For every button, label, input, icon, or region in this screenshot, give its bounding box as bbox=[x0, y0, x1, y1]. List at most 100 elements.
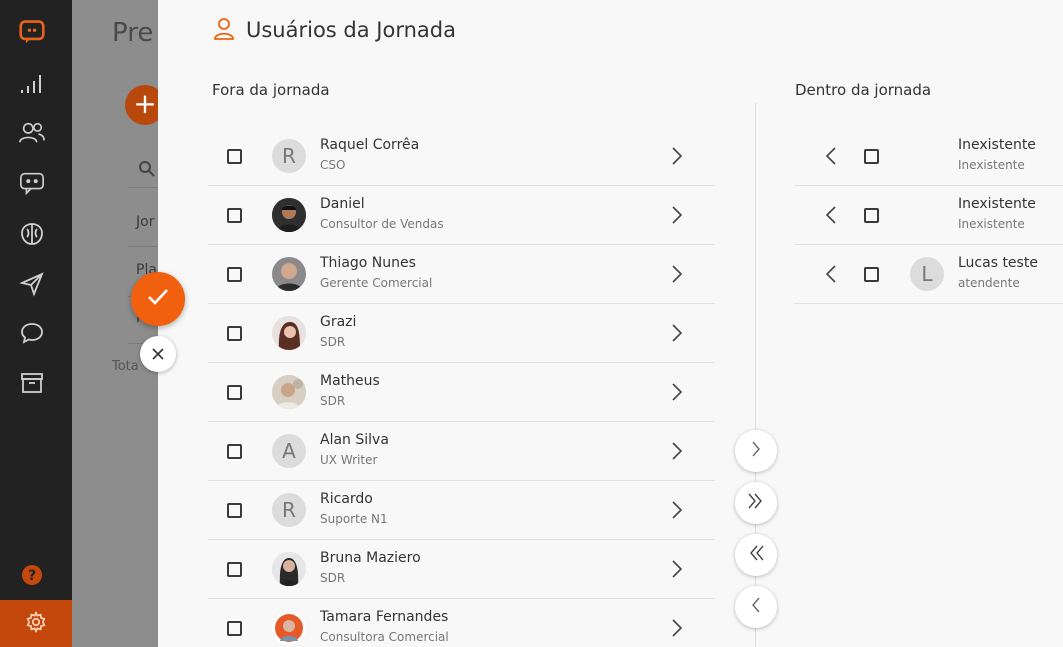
move-all-right-button[interactable] bbox=[735, 482, 777, 524]
user-checkbox[interactable] bbox=[227, 326, 242, 341]
list-item[interactable]: Tamara Fernandes Consultora Comercial bbox=[208, 599, 715, 647]
gear-icon bbox=[25, 610, 47, 637]
user-name: Grazi bbox=[320, 314, 357, 330]
user-checkbox[interactable] bbox=[227, 444, 242, 459]
user-role: atendente bbox=[958, 276, 1020, 290]
user-checkbox[interactable] bbox=[227, 385, 242, 400]
inside-user-list: Inexistente Inexistente Inexistente Inex… bbox=[794, 127, 1063, 304]
chevron-right-icon[interactable] bbox=[670, 441, 684, 461]
move-selected-right-button[interactable] bbox=[735, 430, 777, 472]
list-item[interactable]: Thiago Nunes Gerente Comercial bbox=[208, 245, 715, 304]
user-checkbox[interactable] bbox=[227, 149, 242, 164]
avatar bbox=[272, 611, 306, 645]
table-row[interactable]: Jor bbox=[136, 214, 154, 230]
bot-chat-icon[interactable] bbox=[19, 170, 45, 196]
chevron-right-icon[interactable] bbox=[670, 264, 684, 284]
user-checkbox[interactable] bbox=[864, 208, 879, 223]
drawer-header: Usuários da Jornada bbox=[212, 16, 456, 44]
chevron-right-icon[interactable] bbox=[670, 323, 684, 343]
drawer-title: Usuários da Jornada bbox=[246, 18, 456, 42]
user-name: Daniel bbox=[320, 196, 365, 212]
user-checkbox[interactable] bbox=[864, 149, 879, 164]
avatar: R bbox=[272, 139, 306, 173]
confirm-button[interactable] bbox=[131, 272, 185, 326]
list-item[interactable]: Daniel Consultor de Vendas bbox=[208, 186, 715, 245]
user-role: UX Writer bbox=[320, 453, 378, 467]
chevron-right-icon[interactable] bbox=[670, 382, 684, 402]
outside-user-list: R Raquel Corrêa CSO Daniel Consultor de … bbox=[208, 127, 715, 647]
double-chevron-right-icon bbox=[747, 491, 765, 515]
list-item[interactable]: Inexistente Inexistente bbox=[794, 186, 1063, 245]
chevron-left-icon bbox=[750, 595, 762, 619]
brain-icon[interactable] bbox=[19, 221, 45, 247]
avatar: A bbox=[272, 434, 306, 468]
user-name: Matheus bbox=[320, 373, 380, 389]
list-item[interactable]: A Alan Silva UX Writer bbox=[208, 422, 715, 481]
help-icon[interactable]: ? bbox=[19, 562, 45, 588]
app-sidebar: ? bbox=[0, 0, 72, 647]
inside-list-title: Dentro da jornada bbox=[795, 81, 932, 99]
user-checkbox[interactable] bbox=[227, 267, 242, 282]
chevron-right-icon[interactable] bbox=[670, 559, 684, 579]
avatar: L bbox=[910, 257, 944, 291]
user-role: Suporte N1 bbox=[320, 512, 388, 526]
user-checkbox[interactable] bbox=[864, 267, 879, 282]
chevron-left-icon[interactable] bbox=[824, 205, 838, 225]
user-name: Thiago Nunes bbox=[320, 255, 416, 271]
user-name: Bruna Maziero bbox=[320, 550, 421, 566]
user-role: CSO bbox=[320, 158, 346, 172]
avatar: R bbox=[272, 493, 306, 527]
user-name: Lucas teste bbox=[958, 255, 1038, 271]
user-name: Inexistente bbox=[958, 196, 1036, 212]
avatar bbox=[272, 257, 306, 291]
list-item[interactable]: R Ricardo Suporte N1 bbox=[208, 481, 715, 540]
chevron-right-icon bbox=[750, 439, 762, 463]
settings-button[interactable] bbox=[0, 600, 72, 647]
double-chevron-left-icon bbox=[747, 543, 765, 567]
user-role: Consultor de Vendas bbox=[320, 217, 444, 231]
background-page: Pre + Jor Pla F Tota bbox=[72, 0, 158, 647]
user-checkbox[interactable] bbox=[227, 208, 242, 223]
chevron-right-icon[interactable] bbox=[670, 146, 684, 166]
chatbot-logo-icon[interactable] bbox=[19, 19, 45, 45]
chevron-left-icon[interactable] bbox=[824, 146, 838, 166]
avatar bbox=[272, 198, 306, 232]
send-icon[interactable] bbox=[19, 271, 45, 297]
add-button[interactable]: + bbox=[125, 85, 158, 125]
total-label: Tota bbox=[112, 359, 139, 374]
list-item[interactable]: Bruna Maziero SDR bbox=[208, 540, 715, 599]
user-checkbox[interactable] bbox=[227, 562, 242, 577]
list-item[interactable]: Matheus SDR bbox=[208, 363, 715, 422]
user-role: Gerente Comercial bbox=[320, 276, 433, 290]
chevron-right-icon[interactable] bbox=[670, 500, 684, 520]
cancel-button[interactable] bbox=[140, 336, 176, 372]
users-icon[interactable] bbox=[19, 120, 45, 146]
user-role: Inexistente bbox=[958, 158, 1025, 172]
move-all-left-button[interactable] bbox=[735, 534, 777, 576]
close-icon bbox=[152, 345, 164, 364]
archive-icon[interactable] bbox=[19, 370, 45, 396]
user-checkbox[interactable] bbox=[227, 503, 242, 518]
user-name: Raquel Corrêa bbox=[320, 137, 420, 153]
user-role: Consultora Comercial bbox=[320, 630, 449, 644]
chevron-left-icon[interactable] bbox=[824, 264, 838, 284]
avatar bbox=[272, 552, 306, 586]
user-role: SDR bbox=[320, 335, 346, 349]
list-item[interactable]: L Lucas teste atendente bbox=[794, 245, 1063, 304]
move-selected-left-button[interactable] bbox=[735, 586, 777, 628]
divider bbox=[128, 246, 158, 247]
outside-list-title: Fora da jornada bbox=[212, 81, 330, 99]
user-checkbox[interactable] bbox=[227, 621, 242, 636]
user-role: SDR bbox=[320, 571, 346, 585]
user-role: SDR bbox=[320, 394, 346, 408]
chat-bubble-icon[interactable] bbox=[19, 320, 45, 346]
list-item[interactable]: Inexistente Inexistente bbox=[794, 127, 1063, 186]
signal-bars-icon[interactable] bbox=[19, 71, 45, 97]
chevron-right-icon[interactable] bbox=[670, 205, 684, 225]
chevron-right-icon[interactable] bbox=[670, 618, 684, 638]
avatar bbox=[272, 316, 306, 350]
list-item[interactable]: Grazi SDR bbox=[208, 304, 715, 363]
user-role: Inexistente bbox=[958, 217, 1025, 231]
list-item[interactable]: R Raquel Corrêa CSO bbox=[208, 127, 715, 186]
svg-text:?: ? bbox=[28, 568, 36, 584]
